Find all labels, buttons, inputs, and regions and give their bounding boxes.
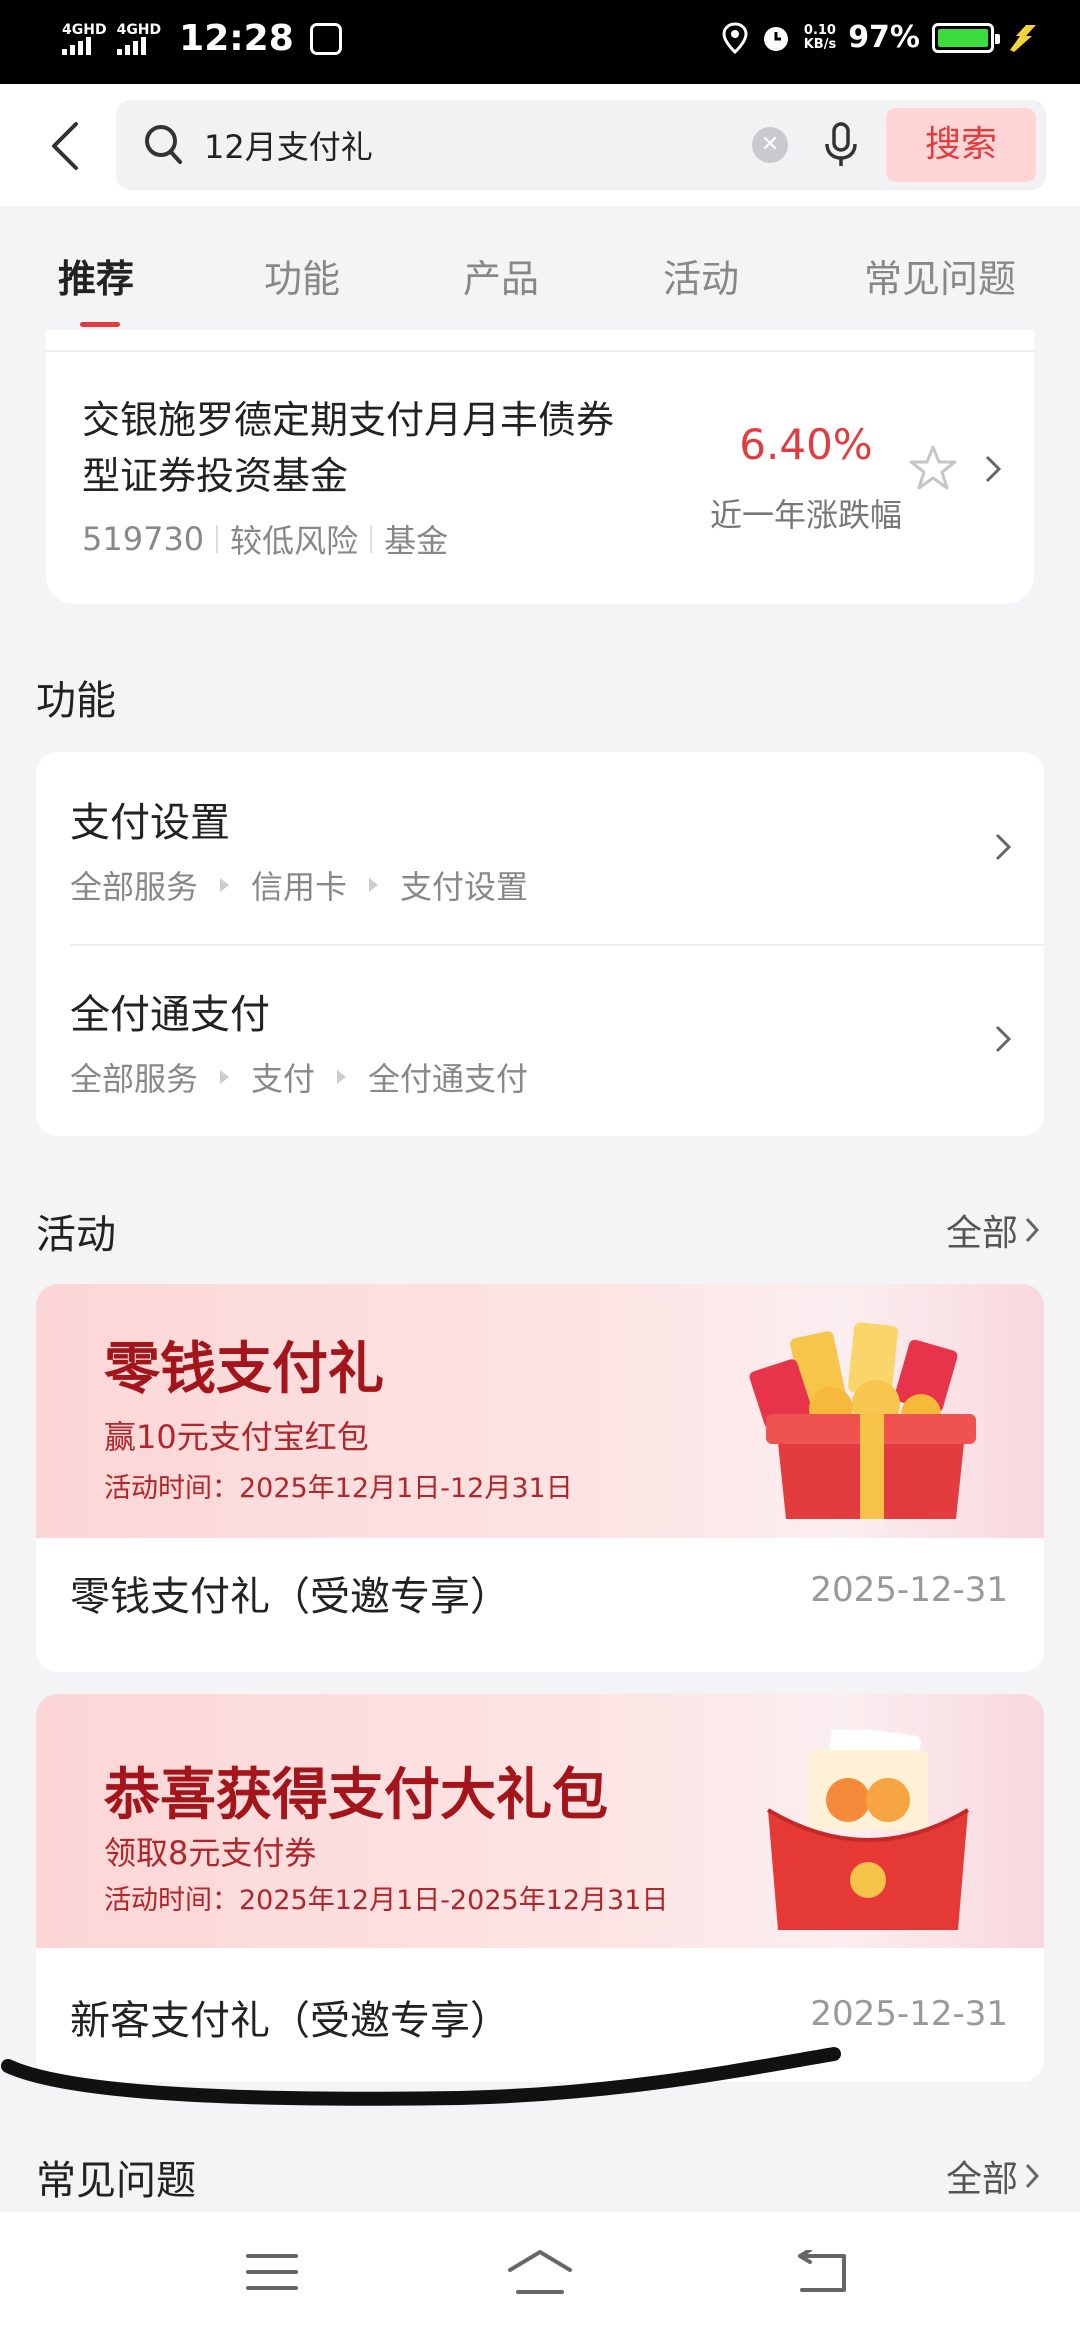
speed-unit: KB/s <box>803 36 837 52</box>
network-speed: 0.10 KB/s <box>803 22 837 52</box>
battery-percent: 97% <box>848 20 920 55</box>
search-button[interactable]: 搜索 <box>886 108 1036 182</box>
menu-icon[interactable] <box>246 2252 298 2292</box>
fund-rate: 6.40% <box>739 420 873 469</box>
tab-recommend[interactable]: 推荐 <box>58 248 134 303</box>
status-bar: 4GHD 4GHD 12:28 0.10 KB/s 97% <box>0 0 1080 84</box>
clear-icon[interactable]: ✕ <box>752 127 788 163</box>
signal-icon <box>62 36 91 55</box>
section-title-faq: 常见问题 <box>36 2158 196 2204</box>
signal-1: 4GHD <box>62 23 107 55</box>
chevron-right-icon <box>1025 2163 1040 2189</box>
speed-value: 0.10 <box>803 22 836 38</box>
microphone-icon[interactable] <box>824 122 858 168</box>
fund-type: 基金 <box>384 522 449 560</box>
path-segment: 支付 <box>251 1060 316 1098</box>
function-path: 全部服务 信用卡 支付设置 <box>70 862 528 908</box>
path-segment: 支付设置 <box>400 868 529 906</box>
fund-rate-label: 近一年涨跌幅 <box>709 496 902 534</box>
search-icon <box>145 125 182 164</box>
function-item-payment-settings[interactable]: 支付设置 全部服务 信用卡 支付设置 <box>36 752 1044 944</box>
back-button[interactable] <box>40 116 90 176</box>
home-icon[interactable] <box>506 2248 574 2296</box>
system-navigation-bar <box>0 2212 1080 2340</box>
tab-activities[interactable]: 活动 <box>663 248 739 303</box>
charging-icon <box>1010 24 1036 52</box>
banner-time: 活动时间：2025年12月1日-2025年12月31日 <box>104 1885 669 1916</box>
red-envelope-icon <box>766 1730 970 1930</box>
search-box[interactable]: 12月支付礼 ✕ 搜索 <box>116 100 1046 190</box>
back-nav-icon[interactable] <box>796 2250 848 2294</box>
section-title-functions: 功能 <box>36 678 116 724</box>
activity-banner: 零钱支付礼 赢10元支付宝红包 活动时间：2025年12月1日-12月31日 <box>36 1284 1044 1538</box>
divider <box>46 350 1034 352</box>
fund-name: 交银施罗德定期支付月月丰债券型证券投资基金 <box>82 398 615 498</box>
fund-code: 519730 <box>82 520 205 558</box>
signal-icon <box>116 36 146 55</box>
function-title: 支付设置 <box>70 800 230 846</box>
back-arrow-icon <box>52 122 78 170</box>
banner-title: 零钱支付礼 <box>104 1336 384 1402</box>
fund-result-card[interactable]: 交银施罗德定期支付月月丰债券型证券投资基金 519730 较低风险 基金 6.4… <box>46 330 1034 604</box>
path-segment: 全部服务 <box>70 868 199 906</box>
all-label: 全部 <box>945 2159 1018 2200</box>
banner-subtitle: 赢10元支付宝红包 <box>104 1418 369 1456</box>
battery-icon <box>932 22 1000 53</box>
functions-card: 支付设置 全部服务 信用卡 支付设置 全付通支付 全部服务 支付 全付通支付 <box>36 752 1044 1136</box>
network-type: 4GHD <box>62 21 107 38</box>
activities-all-link[interactable]: 全部 <box>946 1204 1040 1256</box>
activity-card-change-pay[interactable]: 零钱支付礼 赢10元支付宝红包 活动时间：2025年12月1日-12月31日 零… <box>36 1284 1044 1672</box>
network-type: 4GHD <box>116 21 162 38</box>
chevron-right-icon <box>995 833 1012 861</box>
section-title-activities: 活动 <box>36 1212 116 1258</box>
result-tabs: 推荐 功能 产品 活动 常见问题 <box>0 206 1080 327</box>
active-tab-indicator <box>80 322 120 327</box>
activity-name: 零钱支付礼（受邀专享） <box>70 1574 510 1620</box>
activity-date: 2025-12-31 <box>810 1570 1008 1610</box>
favorite-star-icon[interactable] <box>908 444 958 492</box>
annotation-stroke <box>1 2047 841 2106</box>
tab-faq[interactable]: 常见问题 <box>864 248 1016 303</box>
banner-title: 恭喜获得支付大礼包 <box>104 1762 608 1828</box>
banner-subtitle: 领取8元支付券 <box>104 1834 317 1872</box>
location-icon <box>722 21 748 54</box>
fund-meta: 519730 较低风险 基金 <box>82 516 448 562</box>
path-segment: 信用卡 <box>251 868 348 906</box>
fund-risk: 较低风险 <box>230 522 359 560</box>
faq-all-link[interactable]: 全部 <box>946 2150 1040 2202</box>
search-header: 12月支付礼 ✕ 搜索 <box>0 84 1080 206</box>
alarm-icon <box>763 26 788 51</box>
chevron-right-icon <box>995 1025 1012 1053</box>
function-path: 全部服务 支付 全付通支付 <box>70 1054 528 1100</box>
notification-app-icon <box>309 22 342 55</box>
path-segment: 全付通支付 <box>368 1060 529 1098</box>
search-input[interactable]: 12月支付礼 <box>204 122 373 168</box>
tab-functions[interactable]: 功能 <box>264 248 340 303</box>
signal-2: 4GHD <box>116 21 162 55</box>
path-segment: 全部服务 <box>70 1060 199 1098</box>
tab-products[interactable]: 产品 <box>463 248 539 303</box>
all-label: 全部 <box>945 1213 1018 1254</box>
chevron-right-icon <box>985 455 1002 483</box>
chevron-right-icon <box>1025 1217 1040 1243</box>
function-title: 全付通支付 <box>70 992 270 1038</box>
gift-box-icon <box>749 1322 976 1519</box>
banner-time: 活动时间：2025年12月1日-12月31日 <box>104 1473 573 1504</box>
activity-banner: 恭喜获得支付大礼包 领取8元支付券 活动时间：2025年12月1日-2025年1… <box>36 1694 1044 1948</box>
clock: 12:28 <box>179 18 294 59</box>
function-item-quanfutong[interactable]: 全付通支付 全部服务 支付 全付通支付 <box>36 944 1044 1136</box>
